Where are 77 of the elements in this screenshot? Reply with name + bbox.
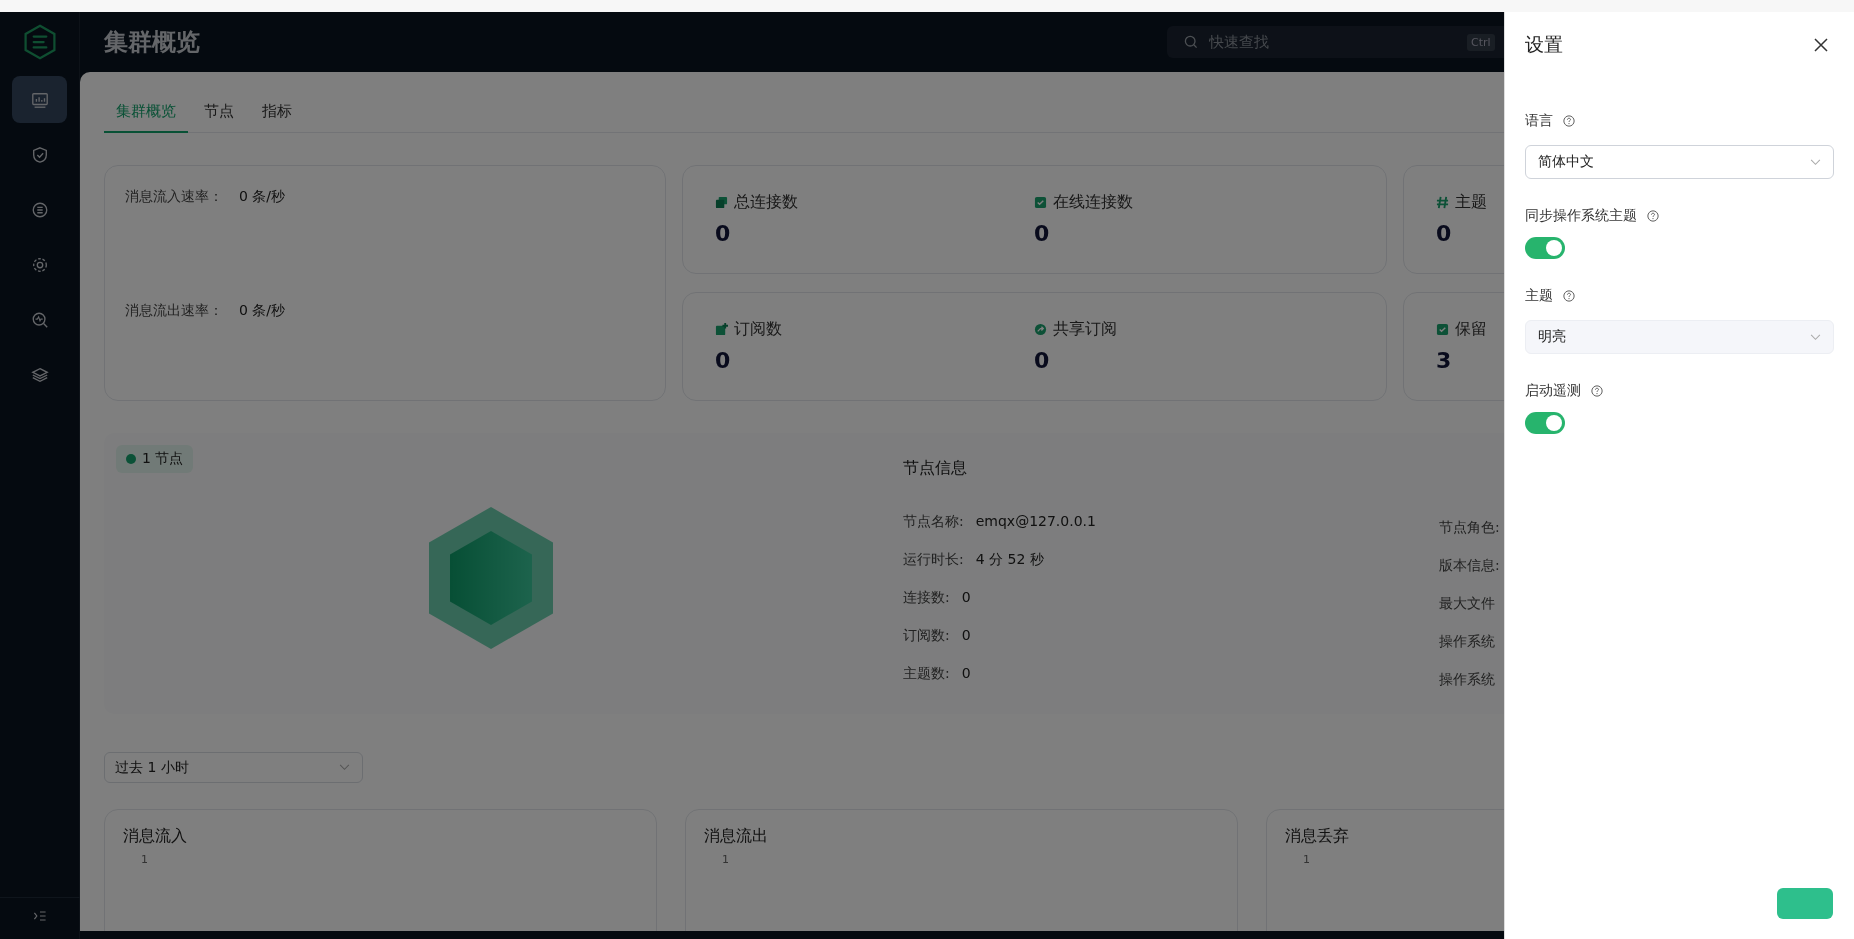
chevron-down-icon xyxy=(1810,333,1821,341)
shortcut-key: Ctrl xyxy=(1467,34,1495,51)
axis-label: 1 xyxy=(1303,853,1311,866)
help-icon[interactable] xyxy=(1591,385,1603,397)
help-icon[interactable] xyxy=(1563,290,1575,302)
rate-value: 0 条/秒 xyxy=(239,302,286,320)
info-label: 操作系统 xyxy=(1439,671,1496,689)
stat-value: 0 xyxy=(1034,348,1050,373)
help-icon[interactable] xyxy=(1647,210,1659,222)
stat-value: 0 xyxy=(1034,221,1050,246)
chart-title: 消息流出 xyxy=(704,826,769,847)
info-label: 订阅数: xyxy=(903,627,950,645)
drawer-title: 设置 xyxy=(1525,32,1563,57)
stat-label: 总连接数 xyxy=(734,192,798,213)
toggle-switch[interactable] xyxy=(1525,412,1565,434)
info-label: 版本信息: xyxy=(1439,557,1501,575)
stat-label: 订阅数 xyxy=(734,319,782,340)
stat-value: 3 xyxy=(1436,348,1452,373)
share-icon xyxy=(1034,323,1047,336)
close-icon xyxy=(1814,38,1828,52)
gear-icon xyxy=(30,255,49,274)
chevron-down-icon xyxy=(1810,158,1821,166)
layers-icon xyxy=(30,365,49,384)
tab[interactable]: 节点 xyxy=(192,94,246,133)
hash-icon xyxy=(1436,196,1449,209)
shield-icon xyxy=(30,145,49,164)
tab[interactable]: 集群概览 xyxy=(104,94,188,133)
stat-value: 0 xyxy=(715,221,731,246)
stat-value: 0 xyxy=(715,348,731,373)
info-value: emqx@127.0.0.1 xyxy=(975,513,1096,531)
info-value: 0 xyxy=(961,589,971,607)
nav-item[interactable] xyxy=(12,76,67,123)
info-label: 连接数: xyxy=(903,589,950,607)
rate-value: 0 条/秒 xyxy=(239,188,286,206)
search-icon xyxy=(30,310,49,329)
setting-label: 启动遥测 xyxy=(1525,382,1581,400)
rate-label: 消息流入速率： xyxy=(125,188,223,206)
setting-label: 同步操作系统主题 xyxy=(1525,207,1637,225)
rate-label: 消息流出速率： xyxy=(125,302,223,320)
tab[interactable]: 指标 xyxy=(250,94,304,133)
stat-value: 0 xyxy=(1436,221,1452,246)
chart-title: 消息丢弃 xyxy=(1285,826,1350,847)
info-label: 节点名称: xyxy=(903,513,964,531)
info-label: 操作系统 xyxy=(1439,633,1496,651)
info-value: 4 分 52 秒 xyxy=(975,551,1044,569)
axis-label: 1 xyxy=(141,853,149,866)
info-label: 最大文件 xyxy=(1439,595,1496,613)
close-button[interactable] xyxy=(1812,36,1830,54)
section-title: 节点信息 xyxy=(903,458,968,479)
page-title: 集群概览 xyxy=(104,27,200,58)
stat-label: 共享订阅 xyxy=(1053,319,1117,340)
check-box-icon xyxy=(1436,323,1449,336)
search-icon xyxy=(1183,34,1199,50)
stat-label: 主题 xyxy=(1455,192,1487,213)
info-label: 主题数: xyxy=(903,665,950,683)
chart-icon xyxy=(30,90,49,109)
hexagon-node-icon[interactable] xyxy=(429,507,553,649)
info-value: 0 xyxy=(961,665,971,683)
stat-label: 保留 xyxy=(1455,319,1487,340)
setting-label: 语言 xyxy=(1525,112,1553,130)
chart-title: 消息流入 xyxy=(123,826,188,847)
node-count-badge: 1 节点 xyxy=(116,445,194,473)
axis-label: 1 xyxy=(722,853,730,866)
chevron-down-icon xyxy=(339,764,350,771)
logo-icon xyxy=(21,22,58,62)
info-value: 0 xyxy=(961,627,971,645)
info-label: 运行时长: xyxy=(903,551,964,569)
time-range-select[interactable]: 过去 1 小时 xyxy=(104,752,363,783)
stat-label: 在线连接数 xyxy=(1053,192,1133,213)
toggle-switch[interactable] xyxy=(1525,237,1565,259)
info-label: 节点角色: xyxy=(1439,519,1501,537)
setting-label: 主题 xyxy=(1525,287,1553,305)
check-box-icon xyxy=(1034,196,1047,209)
select-field[interactable]: 简体中文 xyxy=(1525,145,1834,179)
help-icon[interactable] xyxy=(1563,115,1575,127)
stack-icon xyxy=(715,196,728,209)
add-box-icon xyxy=(715,323,728,336)
